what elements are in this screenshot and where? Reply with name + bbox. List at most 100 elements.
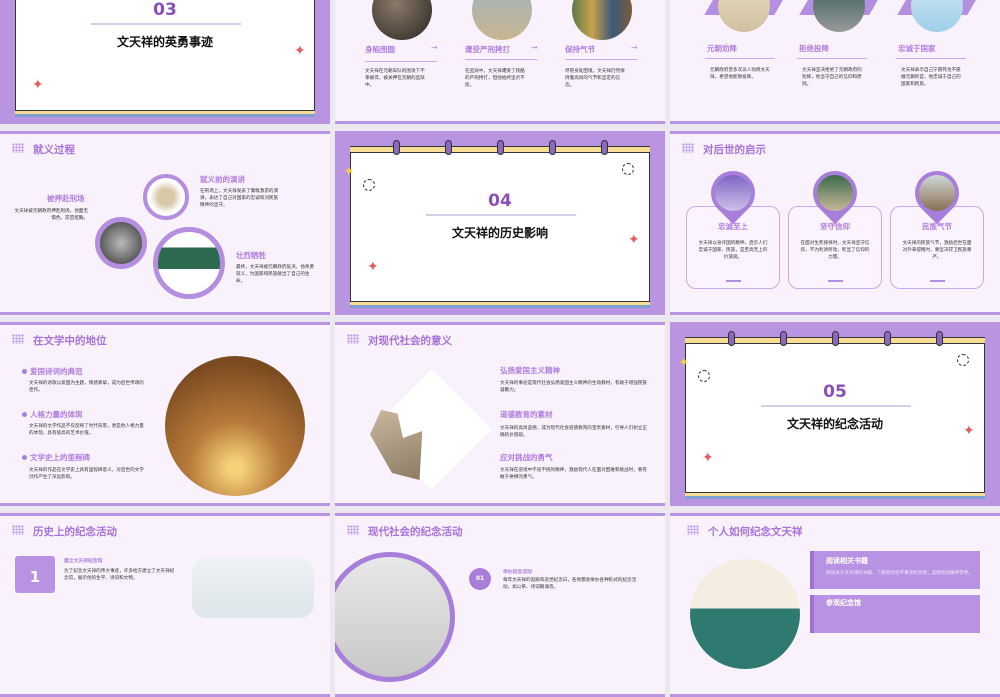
sparkle-icon: ✦	[702, 450, 714, 466]
sparkle-icon: ✦	[32, 77, 44, 93]
index-box: 1	[15, 556, 55, 593]
point-label: 爱国诗词的典范	[30, 367, 83, 376]
dots-icon	[347, 334, 359, 344]
bullet-icon	[22, 369, 27, 374]
classroom-image	[472, 0, 532, 40]
divider	[426, 214, 576, 216]
point-text: 文天祥的诗歌以爱国为主题，情感真挚，成为后世传颂的佳作。	[29, 381, 144, 393]
divider	[565, 59, 637, 60]
deed-label: 遭受严刑拷打	[465, 45, 510, 54]
section-number: 04	[488, 191, 512, 211]
scroll-image	[718, 0, 770, 32]
point-text: 文天祥的文学作品不仅反映了时代背景，更是他人格力量的体现，具有极高的艺术价值。	[29, 424, 144, 436]
sparkle-icon: ✦	[343, 164, 355, 180]
classroom-photo-image	[690, 559, 800, 669]
card-base	[685, 492, 985, 499]
slide-historic-events[interactable]: 历史上的纪念活动 1 建立文天祥纪念馆 为了纪念文天祥的伟大事迹，许多地方建立了…	[0, 513, 330, 697]
dots-icon	[682, 143, 694, 153]
slide-deeds[interactable]: 身陷囹圄 遭受严刑拷打 保持气节 → → → 文天祥在元朝军队的围攻下不幸被俘，…	[335, 0, 665, 124]
execution-image	[95, 217, 147, 269]
sparkle-icon: ✦	[963, 423, 975, 439]
surrender-text: 元朝政府曾多次派人劝降文天祥，希望他能够投降。	[710, 68, 770, 80]
binder-ring	[884, 331, 891, 346]
bullet-icon	[22, 412, 27, 417]
slide-title: 对后世的启示	[703, 144, 766, 156]
slide-title: 对现代社会的意义	[368, 335, 452, 347]
slide-modern-significance[interactable]: 对现代社会的意义 弘扬爱国主义精神 文天祥的事迹是现代社会弘扬爱国主义精神的生动…	[335, 322, 665, 506]
snow-image	[192, 558, 314, 618]
index-circle: 01	[469, 568, 491, 590]
slide-title: 在文学中的地位	[33, 335, 107, 347]
event-text: 每年文天祥的诞辰和逝世纪念日，各地都会举办各种形式的纪念活动，如公祭、诗词朗诵等…	[503, 578, 637, 590]
teacher-image	[813, 0, 865, 32]
step-label: 被押赴刑场	[47, 194, 85, 203]
slide-title: 历史上的纪念活动	[33, 526, 117, 538]
cover-card: 05 文天祥的纪念活动 ✦ ✦ ✦	[678, 331, 985, 499]
dash-mark	[726, 280, 741, 282]
slide-inspiration[interactable]: 对后世的启示 忠诚至上 文天祥以身许国的精神，启示人们忠诚于国家、民族，是至高无…	[670, 131, 1000, 315]
tip-box: 阅读相关书籍 阅读关于文天祥的书籍，了解他的生平事迹和思想，汲取他的精神营养。	[810, 551, 980, 589]
divider	[705, 58, 775, 59]
slide-personal[interactable]: 个人如何纪念文天祥 阅读相关书籍 阅读关于文天祥的书籍，了解他的生平事迹和思想，…	[670, 513, 1000, 697]
slide-literature[interactable]: 在文学中的地位 爱国诗词的典范 文天祥的诗歌以爱国为主题，情感真挚，成为后世传颂…	[0, 322, 330, 506]
step-text: 最终，文天祥被元朝政府处决，他英勇就义，为国家和民族献出了自己的生命。	[236, 265, 315, 284]
section-number: 03	[153, 0, 177, 20]
dashed-circle-icon	[698, 370, 710, 382]
slide-section-05[interactable]: 05 文天祥的纪念活动 ✦ ✦ ✦	[670, 322, 1000, 506]
dots-icon	[347, 525, 359, 535]
arrow-right-icon: →	[631, 43, 638, 52]
cover-card: 03 文天祥的英勇事迹 ✦ ✦	[15, 0, 315, 117]
section-title: 文天祥的纪念活动	[786, 417, 883, 431]
prison-image	[372, 0, 432, 40]
divider	[365, 61, 437, 62]
binder-ring	[832, 331, 839, 346]
step-label: 就义前的演讲	[200, 175, 245, 184]
value-text: 文天祥以身许国的精神，启示人们忠诚于国家、民族，是至高无上的价值观。	[698, 241, 768, 260]
slide-surrender[interactable]: 元朝劝降 拒绝投降 忠诚于国家 元朝政府曾多次派人劝降文天祥，希望他能够投降。 …	[670, 0, 1000, 124]
deed-text: 在监狱中，文天祥遭受了残酷的严刑拷打，但他始终坚贞不屈。	[465, 69, 525, 88]
surrender-text: 文天祥表示自己宁愿死也不愿做元朝的官，他忠诚于自己的国家和民族。	[901, 68, 961, 87]
bamboo-wall-image	[165, 356, 305, 496]
slide-title: 个人如何纪念文天祥	[708, 526, 803, 538]
section-title: 文天祥的英勇事迹	[116, 35, 213, 49]
point-label: 弘扬爱国主义精神	[500, 366, 560, 375]
slide-section-04[interactable]: 04 文天祥的历史影响 ✦ ✦ ✦	[335, 131, 665, 315]
slide-section-03[interactable]: 03 文天祥的英勇事迹 ✦ ✦	[0, 0, 330, 124]
point-label: 应对挑战的勇气	[500, 453, 553, 462]
divider	[761, 405, 911, 407]
tip-label: 阅读相关书籍	[826, 557, 868, 565]
divider	[896, 58, 966, 59]
event-text: 为了纪念文天祥的伟大事迹，许多地方建立了文天祥纪念馆，展示他的生平、诗词和文物。	[64, 569, 175, 581]
cartoon-image	[911, 0, 963, 32]
binder-ring	[549, 140, 556, 155]
point-text: 文天祥的作品在文学史上具有里程碑意义，对后世的文学创作产生了深远影响。	[29, 468, 144, 480]
section-number: 05	[823, 382, 847, 402]
event-label: 建立文天祥纪念馆	[64, 559, 103, 564]
divider	[797, 58, 867, 59]
surrender-label: 拒绝投降	[799, 44, 829, 53]
deed-text: 文天祥在元朝军队的围攻下不幸被俘，被关押在元朝的监狱中。	[365, 69, 425, 88]
tip-box: 参观纪念馆	[810, 595, 980, 633]
deed-text: 尽管身处困境，文天祥仍然保持着高尚的气节和坚定的信念。	[565, 69, 625, 88]
surrender-text: 文天祥坚决拒绝了元朝政府的劝降，他坚守自己的信仰和原则。	[802, 68, 862, 87]
point-label: 道德教育的素材	[500, 410, 553, 419]
dots-icon	[12, 525, 24, 535]
binder-ring	[497, 140, 504, 155]
slide-execution[interactable]: 就义过程 被押赴刑场 文天祥被元朝政府押赴刑场，他面无惧色，昂首挺胸。 就义前的…	[0, 131, 330, 315]
point-text: 文天祥在逆境中不屈不挠的精神，激励现代人在面对困难和挑战时，要有敢于拼搏的勇气。	[500, 468, 648, 480]
slide-title: 现代社会的纪念活动	[368, 526, 463, 538]
tip-text: 阅读关于文天祥的书籍，了解他的生平事迹和思想，汲取他的精神营养。	[826, 571, 974, 576]
dashed-circle-icon	[622, 163, 634, 175]
value-text: 在面对生死抉择时，文天祥坚守信仰，不为利诱所动，彰显了信仰的力量。	[800, 241, 870, 260]
step-text: 在刑场上，文天祥发表了慷慨激昂的演讲，表达了自己对国家的忠诚和对民族精神的坚守。	[200, 189, 279, 208]
slide-modern-events[interactable]: 现代社会的纪念活动 01 举办纪念活动 每年文天祥的诞辰和逝世纪念日，各地都会举…	[335, 513, 665, 697]
cover-card: 04 文天祥的历史影响 ✦ ✦ ✦	[343, 140, 650, 308]
binder-ring	[393, 140, 400, 155]
binder-ring	[780, 331, 787, 346]
teacher-cartoon-image	[153, 227, 225, 299]
dots-icon	[12, 334, 24, 344]
bullet-icon	[22, 455, 27, 460]
dots-icon	[687, 525, 699, 535]
binder-ring	[728, 331, 735, 346]
step-text: 文天祥被元朝政府押赴刑场，他面无惧色，昂首挺胸。	[14, 209, 88, 221]
